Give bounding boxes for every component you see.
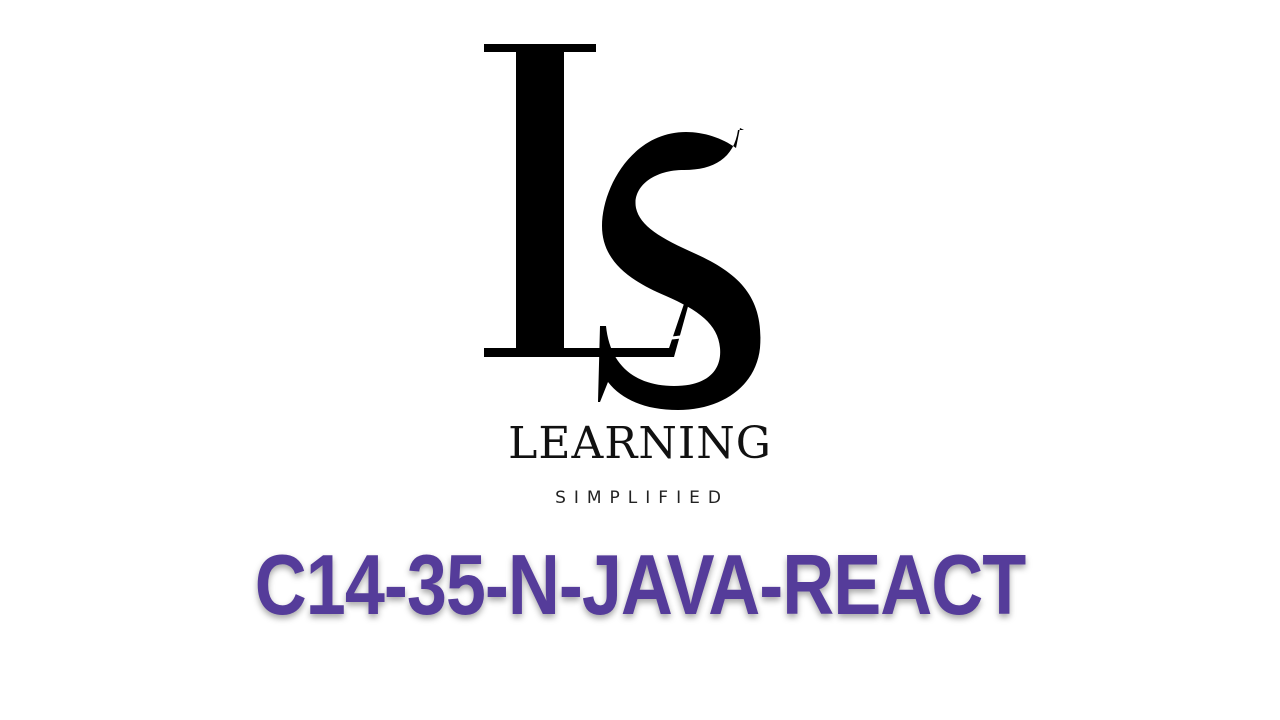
brand-tagline: SIMPLIFIED [555,488,729,508]
thumbnail-canvas: LEARNING SIMPLIFIED C14-35-N-JAVA-REACT [0,0,1280,720]
brand-name: LEARNING [508,418,772,469]
course-code-title: C14-35-N-JAVA-REACT [254,538,1026,633]
ls-monogram-logo [484,44,761,410]
